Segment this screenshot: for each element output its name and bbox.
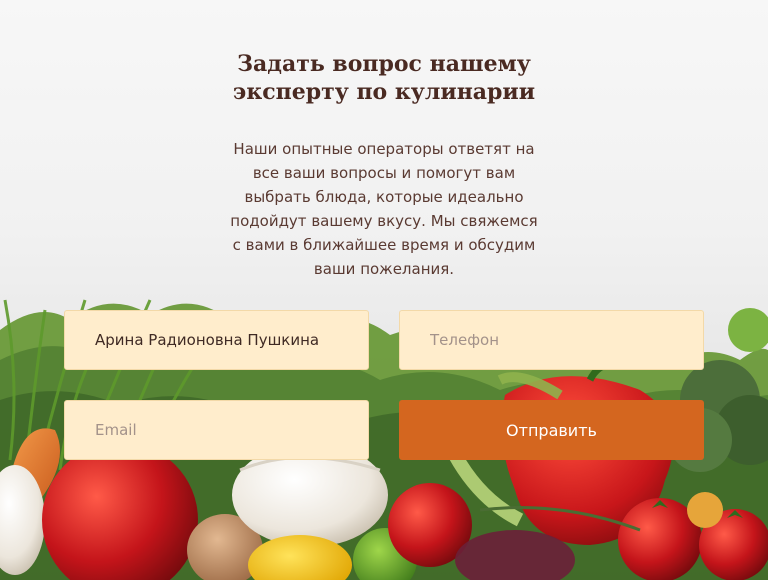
email-input[interactable] [64, 400, 369, 460]
phone-input[interactable] [399, 310, 704, 370]
section-description: Наши опытные операторы ответят на все ва… [230, 140, 538, 278]
title-line-1: Задать вопрос нашему [237, 51, 531, 77]
question-form-section: Задать вопрос нашему эксперту по кулинар… [0, 0, 768, 580]
name-input[interactable] [64, 310, 369, 370]
title-line-2: эксперту по кулинарии [232, 79, 536, 105]
section-title: Задать вопрос нашему эксперту по кулинар… [184, 50, 584, 106]
submit-button[interactable]: Отправить [399, 400, 704, 460]
